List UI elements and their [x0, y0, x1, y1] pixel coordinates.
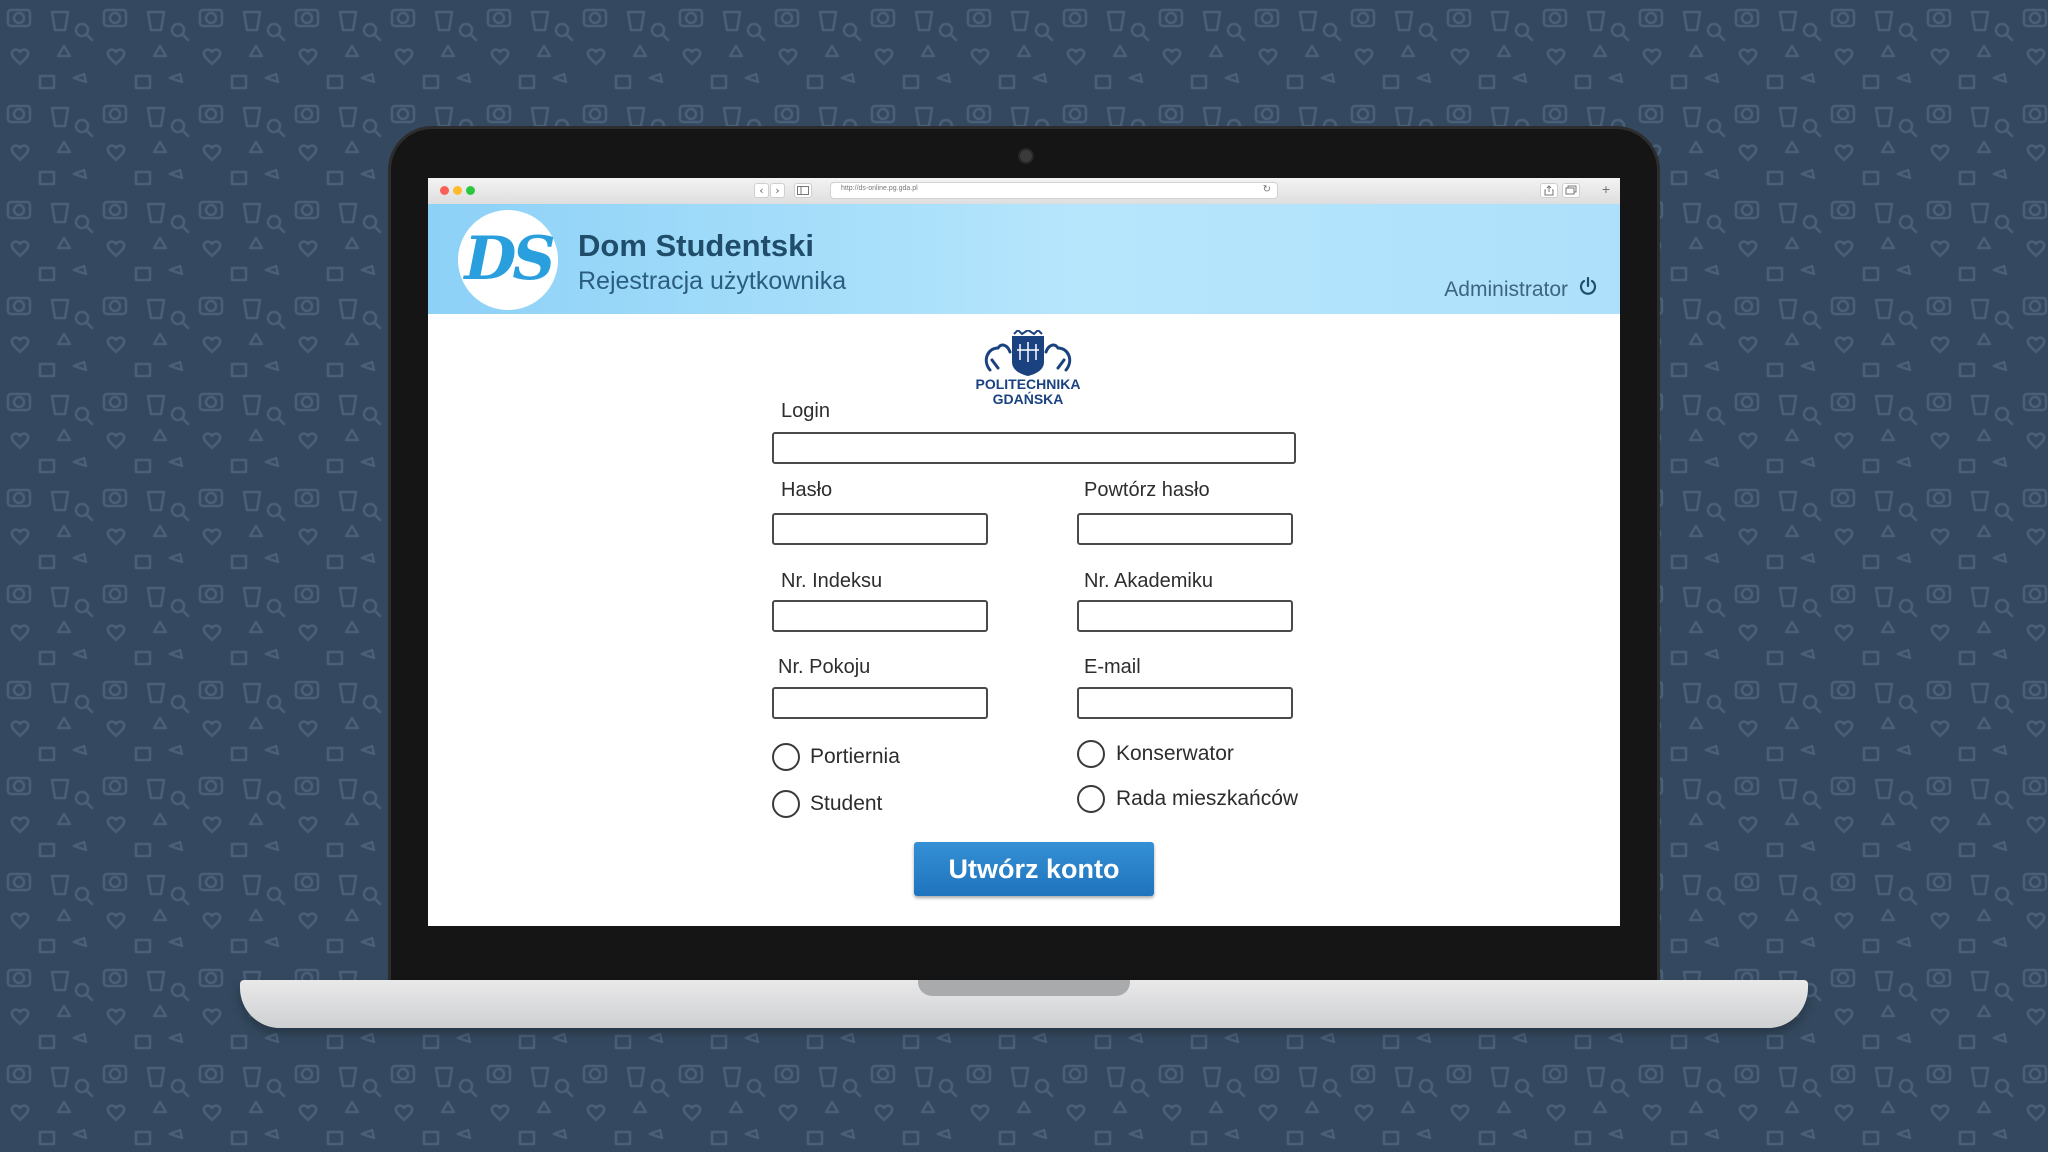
university-name: POLITECHNIKA GDAŃSKA [948, 377, 1108, 407]
password-input[interactable] [772, 513, 988, 545]
webcam [1018, 148, 1034, 164]
dorm-input[interactable] [1077, 600, 1293, 632]
login-label: Login [781, 400, 830, 422]
role-label-portiernia: Portiernia [810, 745, 900, 768]
role-label-konserwator: Konserwator [1116, 742, 1234, 765]
chevron-right-icon[interactable]: › [770, 183, 785, 198]
minimize-window-button[interactable] [453, 186, 462, 195]
index-label: Nr. Indeksu [781, 570, 883, 592]
page-subtitle: Rejestracja użytkownika [578, 267, 847, 295]
maximize-window-button[interactable] [466, 186, 475, 195]
university-name-line1: POLITECHNIKA [975, 376, 1081, 392]
role-radio-student[interactable] [772, 790, 800, 818]
chevron-left-icon[interactable]: ‹ [754, 183, 769, 198]
app-header: DS Dom Studentski Rejestracja użytkownik… [428, 204, 1620, 314]
create-account-button[interactable]: Utwórz konto [914, 842, 1154, 896]
sidebar-icon[interactable] [794, 183, 812, 198]
password-label: Hasło [781, 479, 833, 501]
university-name-line2: GDAŃSKA [992, 391, 1064, 407]
browser-toolbar: ‹ › http://ds-online.pg.gda.pl ↻ + [428, 178, 1620, 205]
index-input[interactable] [772, 600, 988, 632]
dorm-label: Nr. Akademiku [1084, 570, 1213, 592]
login-input[interactable] [772, 432, 1296, 464]
close-window-button[interactable] [440, 186, 449, 195]
laptop-screen: ‹ › http://ds-online.pg.gda.pl ↻ + DS Do… [428, 178, 1620, 926]
app-logo-text: DS [464, 224, 555, 294]
page-title: Dom Studentski [578, 228, 814, 263]
role-radio-rada[interactable] [1077, 785, 1105, 813]
email-label: E-mail [1084, 656, 1141, 678]
reload-icon[interactable]: ↻ [1263, 184, 1271, 195]
role-label-student: Student [810, 792, 883, 815]
repeat-password-label: Powtórz hasło [1084, 479, 1210, 501]
new-tab-button[interactable]: + [1598, 183, 1614, 198]
room-label: Nr. Pokoju [778, 656, 871, 678]
role-label-rada: Rada mieszkańców [1116, 787, 1299, 810]
repeat-password-input[interactable] [1077, 513, 1293, 545]
user-role-label[interactable]: Administrator [1444, 278, 1568, 302]
room-input[interactable] [772, 687, 988, 719]
url-text: http://ds-online.pg.gda.pl [841, 185, 918, 192]
role-radio-portiernia[interactable] [772, 743, 800, 771]
app-logo: DS [458, 210, 558, 310]
laptop-notch [918, 980, 1130, 996]
email-input[interactable] [1077, 687, 1293, 719]
url-bar[interactable]: http://ds-online.pg.gda.pl ↻ [830, 182, 1278, 199]
role-radio-konserwator[interactable] [1077, 740, 1105, 768]
power-icon[interactable] [1578, 276, 1598, 296]
tabs-icon[interactable] [1562, 183, 1580, 198]
share-icon[interactable] [1540, 183, 1558, 198]
